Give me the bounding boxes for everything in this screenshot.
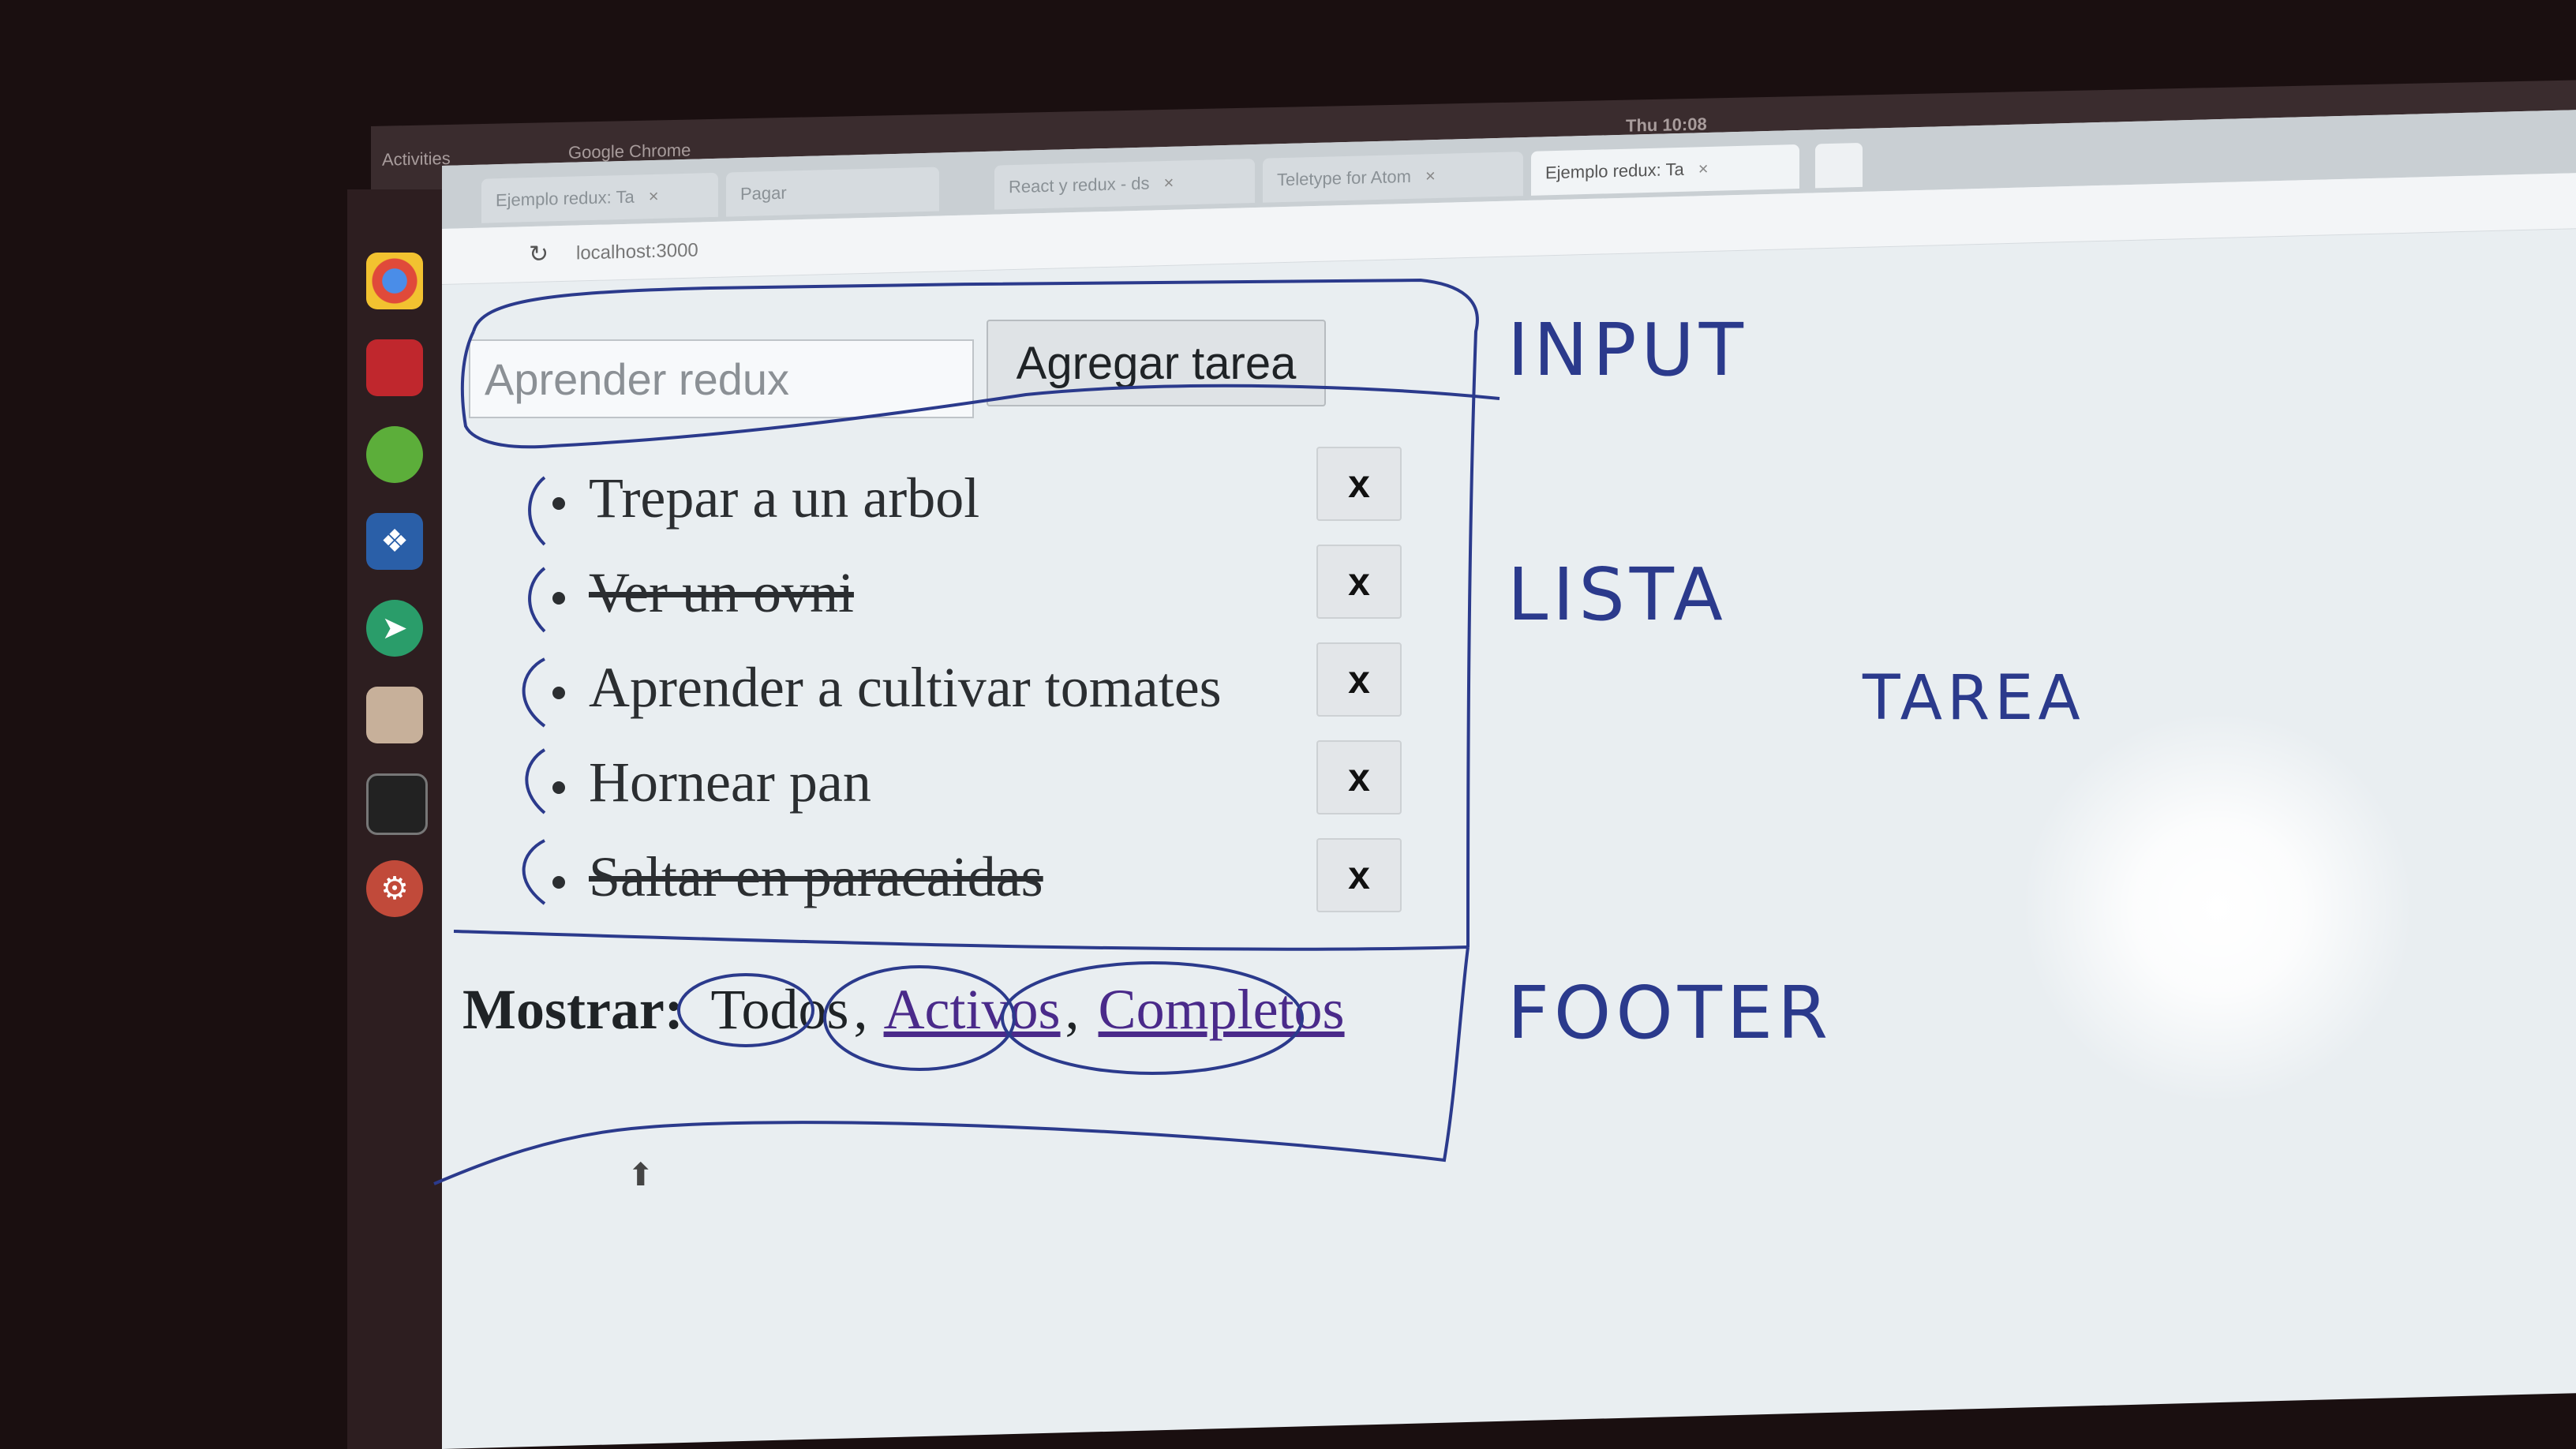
separator: ,: [1065, 978, 1080, 1041]
separator: ,: [853, 978, 868, 1041]
delete-button[interactable]: x: [1316, 642, 1402, 717]
bullet-icon: [552, 781, 565, 795]
delete-button[interactable]: x: [1316, 740, 1402, 814]
todo-item[interactable]: Saltar en paracaidas: [552, 844, 1043, 910]
annotation-input: INPUT: [1507, 308, 1748, 392]
todo-item[interactable]: Hornear pan: [552, 750, 871, 815]
task-input[interactable]: [469, 339, 974, 418]
todo-item[interactable]: Ver un ovni: [552, 560, 854, 626]
filter-todos[interactable]: Todos: [711, 978, 849, 1041]
filter-activos[interactable]: Activos: [884, 978, 1061, 1041]
bullet-icon: [552, 497, 565, 511]
bullet-icon: [552, 876, 565, 889]
annotation-tarea: TAREA: [1863, 663, 2085, 734]
filter-label: Mostrar:: [462, 978, 683, 1041]
filter-footer: Mostrar: Todos, Activos, Completos: [462, 977, 1345, 1043]
page-content: Agregar tarea Trepar a un arbol Ver un o…: [0, 0, 2576, 1449]
marker-annotations: [433, 278, 1500, 1185]
bullet-icon: [552, 687, 565, 700]
filter-completos[interactable]: Completos: [1099, 978, 1345, 1041]
bullet-icon: [552, 592, 565, 605]
projector-glare: [2020, 710, 2415, 1105]
delete-button[interactable]: x: [1316, 838, 1402, 912]
todo-item[interactable]: Aprender a cultivar tomates: [552, 655, 1222, 721]
delete-button[interactable]: x: [1316, 545, 1402, 619]
annotation-footer: FOOTER: [1507, 971, 1833, 1055]
add-task-button[interactable]: Agregar tarea: [987, 320, 1326, 406]
mouse-cursor-icon: ⬆: [627, 1158, 654, 1193]
annotation-lista: LISTA: [1507, 552, 1728, 637]
delete-button[interactable]: x: [1316, 447, 1402, 521]
todo-item[interactable]: Trepar a un arbol: [552, 466, 979, 531]
